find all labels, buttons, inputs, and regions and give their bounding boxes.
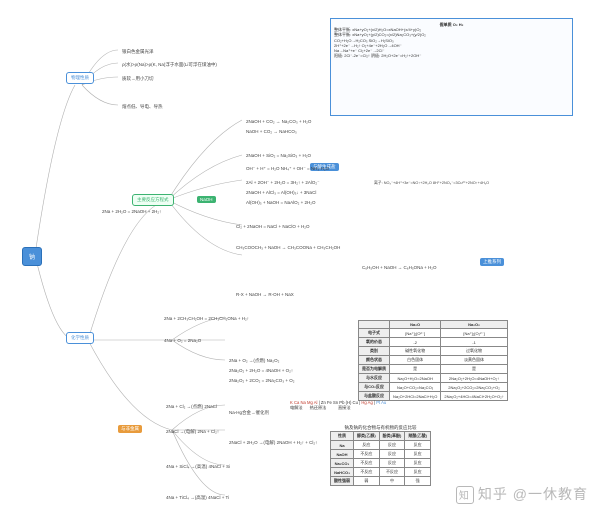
panel-l5: 阳极: 2Cl⁻-2e⁻=Cl₂↑ 阴极: 2H₂O+2e⁻=H₂↑+2OH⁻ — [334, 53, 569, 58]
compare-table: 性质醇类(乙醇)酚类(苯酚)羧酸(乙酸)Na反应反应反应NaOH不反应反应反应N… — [330, 431, 431, 486]
eq-o2-2: 2Na + O₂ →(点燃) Na₂O₂ — [225, 356, 283, 366]
eq-ester: CH₃COOCH₃ + NaOH → CH₃COONa + CH₃CH₂OH — [232, 243, 344, 252]
oxide-table-wrap: Na₂ONa₂O₂电子式[Na⁺]₂[O²⁻][Na⁺]₂[O₂²⁻]氧的价态-… — [358, 320, 508, 401]
eq-sio2: 2NaOH + SiO₂ = Na₂SiO₃ + H₂O — [242, 151, 315, 160]
compare-table-wrap: 钠及钠的化合物与有机物的反应比较 性质醇类(乙醇)酚类(苯酚)羧酸(乙酸)Na反… — [330, 425, 431, 486]
branch-chemistry[interactable]: 化学性质 — [66, 332, 94, 344]
watermark-text: 知乎 @一休教育 — [478, 486, 588, 502]
center-equations[interactable]: 主要反应方程式 — [132, 194, 174, 206]
eq-hg: Na-Hg合金→催化剂 — [225, 408, 273, 418]
eq-alcl3: 2NaOH + AlCl₃ = Al(OH)₃↓ + 3NaCl — [242, 188, 320, 197]
eq-naalo2: Al(OH)₃ + NaOH = NaAlO₂ + 2H₂O — [242, 198, 319, 207]
eq-cl2: Cl₂ + 2NaOH = NaCl + NaClO + H₂O — [232, 222, 314, 231]
activity-series: K Ca Na Mg Al | Zn Fe Sn Pb (H) Cu | Hg … — [290, 400, 386, 411]
eq-al: 2Al + 2OH⁻ + 2H₂O = 3H₂↑ + 2AlO₂⁻ — [242, 178, 324, 188]
act-m3: 直接法 — [338, 405, 351, 410]
oxide-table: Na₂ONa₂O₂电子式[Na⁺]₂[O²⁻][Na⁺]₂[O₂²⁻]氧的价态-… — [358, 320, 508, 401]
eq-nacl1: 2Na + Cl₂ →(点燃) 2NaCl — [162, 402, 221, 412]
eq-alcohol: 2Na + 2CH₃CH₂OH = 2CH₃CH₂ONa + H₂↑ — [160, 314, 253, 323]
eq-halide: R-X + NaOH → R-OH + NaX — [232, 290, 298, 299]
eq-n2o2-h2o: 2Na₂O₂ + 2H₂O = 4NaOH + O₂↑ — [225, 366, 297, 375]
eq-o2-1: 4Na + O₂ = 2Na₂O — [160, 336, 205, 345]
eq-ticl4: 4Na + TiCl₄ →(高温) 4NaCl + Ti — [162, 493, 233, 503]
act-m0: 电解法 — [290, 405, 303, 410]
compare-title: 钠及钠的化合物与有机物的反应比较 — [330, 425, 431, 431]
eq-sicl4: 4Na + SiCl₄ →(高温) 4NaCl + Si — [162, 462, 234, 472]
root-node[interactable]: 钠 — [22, 247, 42, 266]
eq-ion1: OH⁻ + H⁺ = H₂O NH₄⁺ + OH⁻ = NH₃·H₂O — [242, 164, 333, 174]
branch-physical[interactable]: 物理性质 — [66, 72, 94, 84]
phys-item-1: ρ(水)>ρ(Na)>ρ(K, Na)浮于水面(Li可浮在煤油中) — [118, 60, 221, 70]
tag-series[interactable]: 上推系列 — [480, 258, 504, 266]
act-m1: 热还原法 — [310, 405, 327, 410]
eq-co2-2: NaOH + CO₂ → NaHCO₃ — [242, 127, 301, 136]
act-s3: Pt Au — [376, 400, 386, 405]
phys-item-2: 质软→用小刀切 — [118, 74, 158, 84]
eq-nacl-aq: 2NaCl + 2H₂O →(电解) 2NaOH + H₂↑ + Cl₂↑ — [225, 438, 321, 448]
panel-overview: 假单质 O₂ H₂ 整体平衡: xNa+yO₂+(x/2)H₂O=xNaOH+(… — [330, 18, 573, 116]
phys-item-3: 熔点低、导电、导热 — [118, 102, 167, 112]
phys-item-0: 银白色金属光泽 — [118, 47, 158, 57]
eq-n2o2-co2: 2Na₂O₂ + 2CO₂ = 2Na₂CO₃ + O₂ — [225, 376, 298, 385]
eq-nano3: 离子: NO₃⁻+4H⁺+3e⁻=NO↑+2H₂O 8H⁺+2NO₃⁻=3Cu²… — [370, 178, 493, 188]
tag-naoh[interactable]: NaOH — [197, 196, 216, 203]
eq-co2: 2NaOH + CO₂ → Na₂CO₃ + H₂O — [242, 117, 315, 126]
zhihu-icon — [456, 486, 474, 504]
tag-cl2[interactable]: 与非金属 — [118, 425, 142, 433]
eq-phenol: C₆H₅OH + NaOH → C₆H₅ONa + H₂O — [358, 263, 441, 272]
act-s2: Hg Ag — [361, 400, 372, 405]
eq-water: 2Na + 2H₂O = 2NaOH + 2H₂↑ — [98, 207, 165, 216]
eq-nacl-elec: 2NaCl →(电解) 2Na + Cl₂↑ — [162, 427, 223, 437]
watermark: 知乎 @一休教育 — [456, 484, 588, 504]
